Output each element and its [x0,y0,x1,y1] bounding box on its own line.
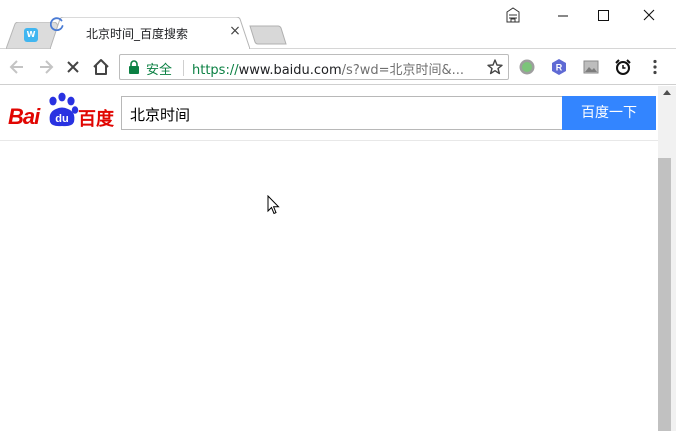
user-profile-icon[interactable] [498,4,528,26]
hexagon-r-extension-icon[interactable]: R [550,58,568,76]
url-path: /s?wd=北京时间&... [341,63,465,78]
forward-arrow-icon[interactable] [35,56,57,78]
baidu-paw-icon: du [49,92,79,127]
security-label: 安全 [146,63,173,78]
home-icon[interactable] [90,56,112,78]
maximize-icon[interactable] [588,4,618,26]
circle-extension-icon[interactable] [518,58,536,76]
scrollbar-thumb[interactable] [658,158,671,431]
close-tab-icon[interactable]: × [227,23,243,39]
lock-icon [129,60,139,74]
logo-text-bai: Bai [8,104,40,129]
bookmark-star-icon[interactable] [486,58,504,76]
vertical-scrollbar[interactable] [658,86,676,431]
url-host: www.baidu.com [238,63,342,78]
title-bar: W 北京时间_百度搜索 × [0,0,676,49]
wps-doc-icon: W [24,28,38,42]
address-bar[interactable]: 安全 https://www.baidu.com/s?wd=北京时间&... [119,54,509,80]
page-content: Bai du 百度 北京时间 百度一下 [0,86,658,431]
logo-text-baidu-cn: 百度 [78,109,114,130]
browser-toolbar: 安全 https://www.baidu.com/s?wd=北京时间&... R [0,49,676,85]
search-button[interactable]: 百度一下 [562,96,656,130]
alarm-clock-extension-icon[interactable] [614,58,632,76]
baidu-logo[interactable]: Bai du 百度 [8,92,114,130]
tab-title: 北京时间_百度搜索 [86,27,189,41]
image-extension-icon[interactable] [582,58,600,76]
more-menu-icon[interactable] [646,58,664,76]
loading-spinner-icon [50,17,64,31]
mouse-pointer-icon [267,195,280,215]
baidu-search-header: Bai du 百度 北京时间 百度一下 [0,86,658,141]
tab-active-baidu[interactable]: 北京时间_百度搜索 × [50,17,250,49]
back-arrow-icon[interactable] [6,56,28,78]
close-window-icon[interactable] [634,4,664,26]
logo-text-du: du [55,113,68,125]
omnibox-divider [183,60,184,76]
search-input[interactable]: 北京时间 [121,96,562,130]
svg-text:R: R [556,63,563,73]
stop-loading-icon[interactable] [62,56,84,78]
scroll-up-arrow-icon[interactable] [663,90,671,95]
search-input-value: 北京时间 [130,106,191,124]
url-text[interactable]: https://www.baidu.com/s?wd=北京时间&... [192,59,482,78]
url-scheme: https:// [192,63,239,78]
minimize-icon[interactable] [548,4,578,26]
new-tab-button[interactable] [248,24,288,46]
